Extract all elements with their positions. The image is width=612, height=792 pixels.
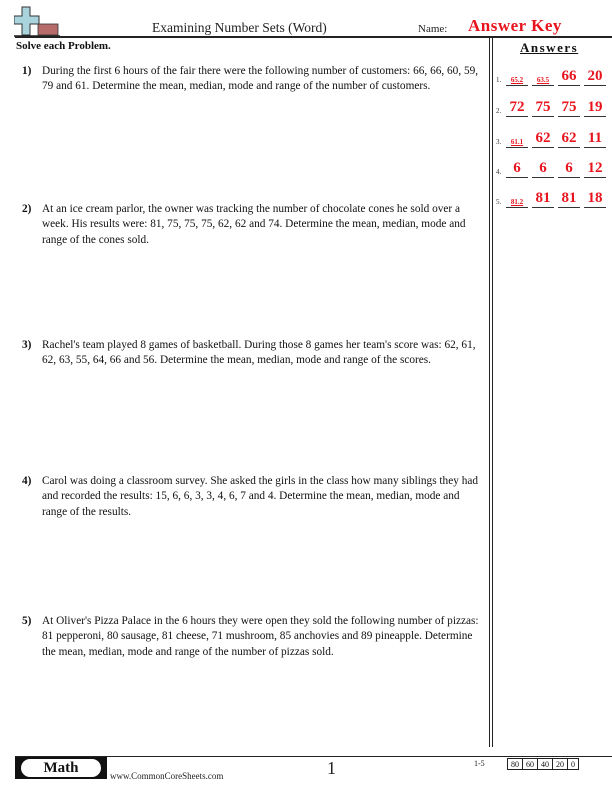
answer-mean: 65.2 [506, 77, 528, 86]
answer-row: 1. 65.2 63.5 66 20 [496, 66, 610, 86]
column-divider-inner [492, 38, 493, 747]
problem-number: 1) [22, 65, 32, 77]
answer-index: 5. [496, 198, 502, 206]
problem-4: 4) Carol was doing a classroom survey. S… [22, 474, 482, 520]
answer-mean: 6 [506, 161, 528, 178]
answer-row: 5. 81.2 81 81 18 [496, 188, 610, 208]
answer-median: 81 [532, 191, 554, 208]
answer-index: 2. [496, 107, 502, 115]
answer-mode: 62 [558, 131, 580, 148]
name-value: Answer Key [468, 16, 562, 35]
problem-1: 1) During the first 6 hours of the fair … [22, 64, 482, 95]
problem-number: 2) [22, 203, 32, 215]
score-cell: 20 [552, 758, 568, 770]
answer-median: 6 [532, 161, 554, 178]
answer-mode: 66 [558, 69, 580, 86]
answer-index: 3. [496, 138, 502, 146]
problem-text: During the first 6 hours of the fair the… [42, 65, 479, 93]
score-table: 80 60 40 20 0 [507, 758, 579, 770]
problem-3: 3) Rachel's team played 8 games of baske… [22, 338, 482, 369]
answer-index: 1. [496, 76, 502, 84]
answer-range: 19 [584, 100, 606, 117]
problem-number: 5) [22, 615, 32, 627]
answer-range: 12 [584, 161, 606, 178]
problem-text: At Oliver's Pizza Palace in the 6 hours … [42, 615, 479, 658]
answer-median: 75 [532, 100, 554, 117]
site-url: www.CommonCoreSheets.com [110, 771, 224, 781]
answer-range: 20 [584, 69, 606, 86]
score-cell: 40 [537, 758, 553, 770]
header-divider [15, 36, 612, 38]
answer-range: 18 [584, 191, 606, 208]
problem-number: 4) [22, 475, 32, 487]
answer-mean: 72 [506, 100, 528, 117]
problem-number: 3) [22, 339, 32, 351]
answer-row: 3. 61.1 62 62 11 [496, 128, 610, 148]
instructions: Solve each Problem. [16, 40, 111, 52]
answer-mean: 61.1 [506, 139, 528, 148]
subject-label: Math [21, 759, 101, 777]
worksheet-title: Examining Number Sets (Word) [152, 20, 327, 35]
problem-5: 5) At Oliver's Pizza Palace in the 6 hou… [22, 614, 482, 660]
answer-row: 4. 6 6 6 12 [496, 158, 610, 178]
score-range: 1-5 [474, 759, 485, 768]
answer-index: 4. [496, 168, 502, 176]
score-cell: 80 [507, 758, 523, 770]
problem-text: Rachel's team played 8 games of basketba… [42, 339, 476, 367]
answer-mode: 6 [558, 161, 580, 178]
problem-2: 2) At an ice cream parlor, the owner was… [22, 202, 482, 248]
answer-mean: 81.2 [506, 199, 528, 208]
name-label: Name: [418, 23, 448, 35]
answer-median: 62 [532, 131, 554, 148]
answer-mode: 75 [558, 100, 580, 117]
problem-text: At an ice cream parlor, the owner was tr… [42, 203, 466, 246]
answer-median: 63.5 [532, 77, 554, 86]
column-divider [489, 38, 490, 747]
plus-minus-logo-icon [14, 6, 60, 37]
answers-heading: Answers [520, 40, 579, 55]
answer-row: 2. 72 75 75 19 [496, 97, 610, 117]
problem-text: Carol was doing a classroom survey. She … [42, 475, 479, 518]
answer-mode: 81 [558, 191, 580, 208]
answer-range: 11 [584, 131, 606, 148]
score-cell: 0 [567, 758, 579, 770]
score-cell: 60 [522, 758, 538, 770]
page-number: 1 [327, 758, 336, 778]
